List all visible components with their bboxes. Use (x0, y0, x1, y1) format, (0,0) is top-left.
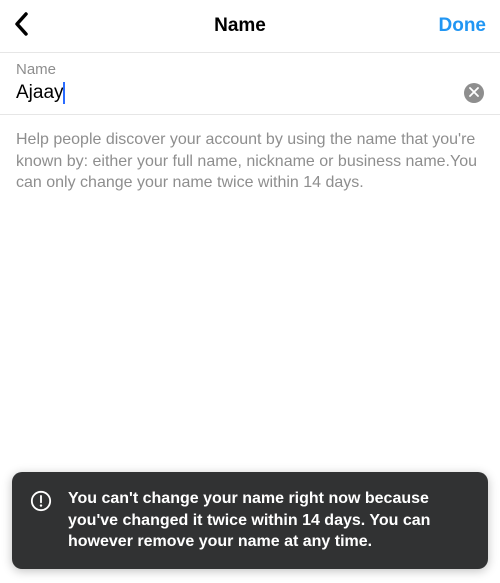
header-bar: Name Done (0, 0, 500, 52)
error-toast: You can't change your name right now bec… (12, 472, 488, 569)
close-icon (469, 84, 479, 102)
done-button[interactable]: Done (430, 15, 486, 37)
alert-icon (30, 490, 52, 512)
toast-message: You can't change your name right now bec… (68, 488, 470, 553)
back-button[interactable] (14, 12, 50, 41)
text-cursor (63, 82, 65, 104)
chevron-left-icon (14, 12, 30, 41)
name-field-section: Name Ajaay (0, 52, 500, 115)
name-field-row: Ajaay (16, 82, 484, 104)
name-field-label: Name (16, 61, 484, 78)
help-text: Help people discover your account by usi… (0, 115, 500, 194)
name-input-value: Ajaay (16, 82, 64, 104)
page-title: Name (50, 15, 430, 37)
name-input[interactable]: Ajaay (16, 82, 464, 104)
clear-input-button[interactable] (464, 83, 484, 103)
